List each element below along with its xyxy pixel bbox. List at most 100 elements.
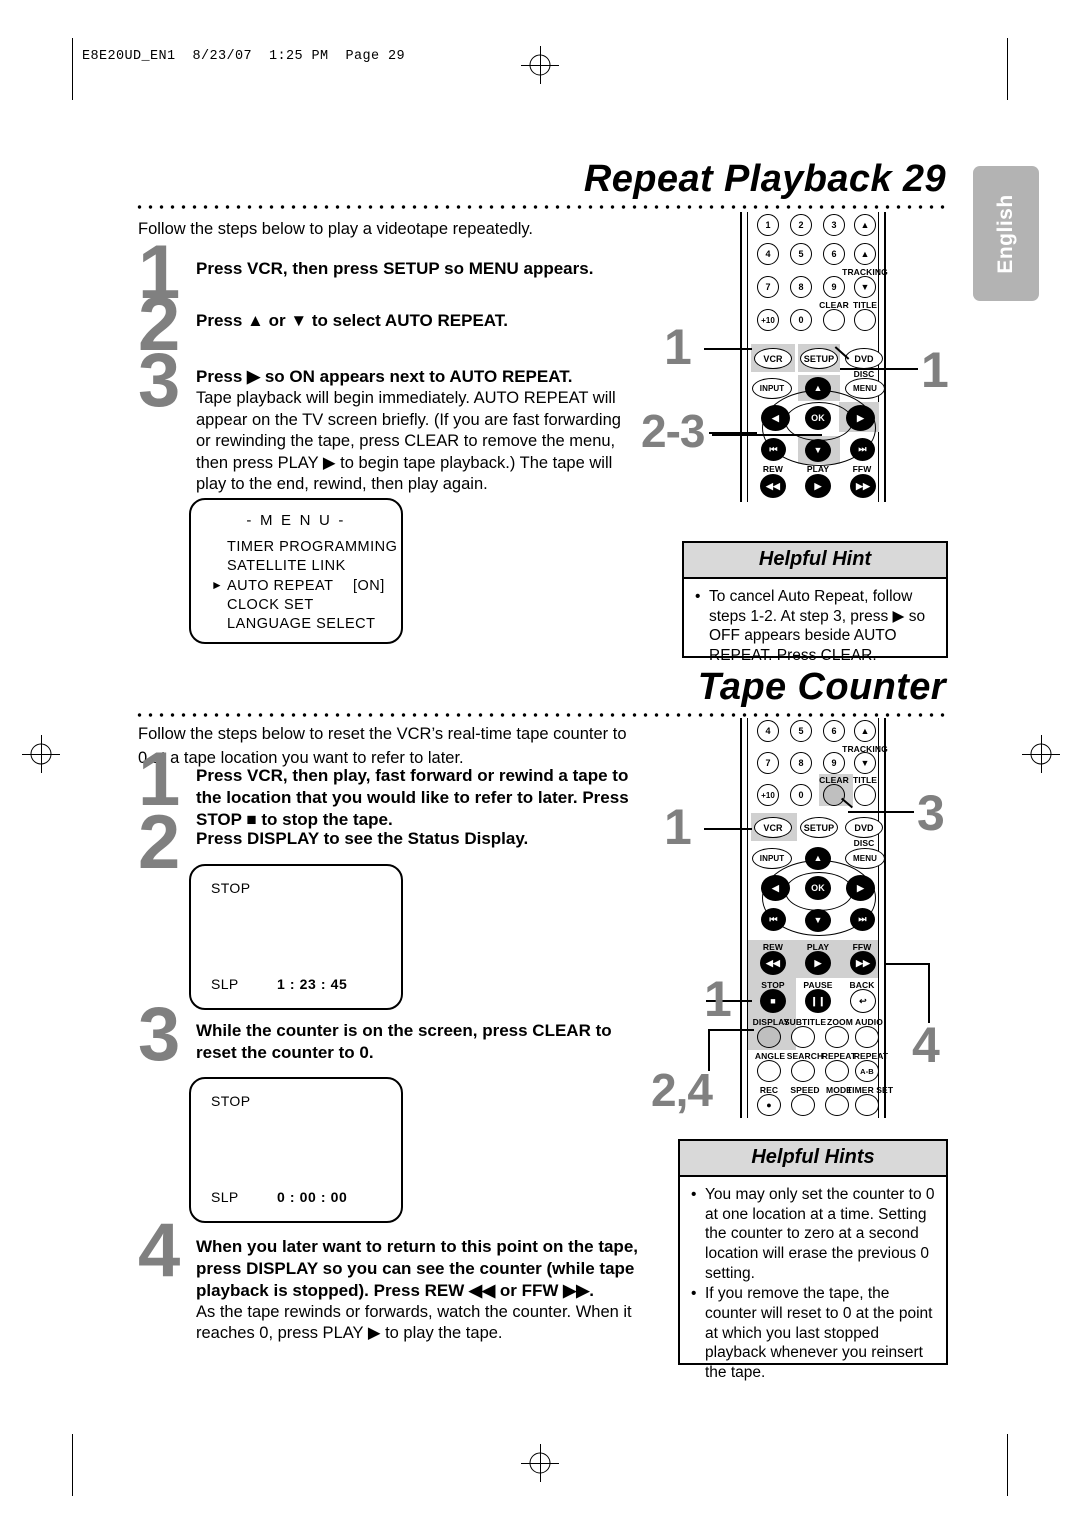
step-2-repeat: 2 Press ▲ or ▼ to select AUTO REPEAT. [138, 286, 638, 362]
skip-back-button[interactable]: ⏮ [761, 438, 786, 461]
rew-button[interactable]: ◀◀ [760, 474, 786, 498]
button-7[interactable]: 7 [757, 276, 779, 298]
button-6[interactable]: 6 [823, 720, 845, 742]
clear-button[interactable] [823, 309, 845, 331]
callout-leader [704, 348, 752, 350]
step-body: As the tape rewinds or forwards, watch t… [196, 1302, 632, 1343]
mode-button[interactable] [825, 1094, 849, 1116]
play-button[interactable]: ▶ [805, 474, 831, 498]
remote-control-diagram-top: 1 2 3 ▲ 4 5 6 ▲ TRACKING 7 8 9 ▼ CLEAR T… [740, 212, 888, 502]
button-8[interactable]: 8 [790, 276, 812, 298]
status-mode: STOP [211, 880, 251, 896]
button-0[interactable]: 0 [790, 784, 812, 806]
cursor-right-button[interactable]: ▶ [846, 405, 875, 431]
cursor-left-button[interactable]: ◀ [761, 875, 790, 901]
button-3[interactable]: 3 [823, 214, 845, 236]
hint-item: If you remove the tape, the counter will… [689, 1284, 936, 1382]
back-button[interactable]: ↩ [850, 989, 876, 1013]
repeat-button[interactable] [825, 1060, 849, 1082]
button-1[interactable]: 1 [757, 214, 779, 236]
title-button[interactable] [854, 309, 876, 331]
zoom-button[interactable] [825, 1026, 849, 1048]
setup-button[interactable]: SETUP [800, 348, 838, 369]
button-4[interactable]: 4 [757, 243, 779, 265]
clear-button[interactable] [823, 784, 845, 806]
subtitle-button[interactable] [791, 1026, 815, 1048]
button-6[interactable]: 6 [823, 243, 845, 265]
ffw-button[interactable]: ▶▶ [850, 951, 876, 975]
eject-up-icon[interactable]: ▲ [854, 214, 876, 236]
vcr-button[interactable]: VCR [754, 348, 792, 369]
crop-mark-left-bottom [72, 1434, 73, 1496]
print-header: E8E20UD_EN1 8/23/07 1:25 PM Page 29 [82, 49, 406, 64]
button-plus10[interactable]: +10 [757, 784, 779, 806]
dvd-button[interactable]: DVD [845, 817, 883, 838]
ffw-button[interactable]: ▶▶ [850, 474, 876, 498]
step-1-repeat: 1 Press VCR, then press SETUP so MENU ap… [138, 234, 638, 310]
cursor-down-button[interactable]: ▼ [805, 909, 831, 932]
button-4[interactable]: 4 [757, 720, 779, 742]
menu-item-label: CLOCK SET [227, 596, 314, 613]
ok-button[interactable]: OK [805, 406, 831, 430]
button-8[interactable]: 8 [790, 752, 812, 774]
button-2[interactable]: 2 [790, 214, 812, 236]
play-button[interactable]: ▶ [805, 951, 831, 975]
audio-button[interactable] [855, 1026, 879, 1048]
callout-2-3-cursor-pad: 2-3 [641, 405, 705, 457]
ffw-label: FFW [852, 464, 872, 474]
button-plus10[interactable]: +10 [757, 309, 779, 331]
dvd-button[interactable]: DVD [845, 348, 883, 369]
button-7[interactable]: 7 [757, 752, 779, 774]
callout-2-4-display: 2,4 [651, 1064, 713, 1116]
rew-button[interactable]: ◀◀ [760, 951, 786, 975]
menu-screen: - M E N U - TIMER PROGRAMMING SATELLITE … [189, 498, 403, 644]
display-button[interactable] [757, 1026, 781, 1048]
ok-button[interactable]: OK [805, 876, 831, 900]
vcr-button[interactable]: VCR [754, 817, 792, 838]
registration-mark-bottom [521, 1444, 559, 1482]
search-button[interactable] [791, 1060, 815, 1082]
stop-button[interactable]: ■ [760, 989, 786, 1013]
button-9[interactable]: 9 [823, 276, 845, 298]
step-text: Press ▲ or ▼ to select AUTO REPEAT. [196, 311, 509, 330]
status-display-1: STOP SLP 1 : 23 : 45 [189, 864, 403, 1010]
button-5[interactable]: 5 [790, 243, 812, 265]
hint-item: You may only set the counter to 0 at one… [689, 1185, 936, 1283]
menu-screen-title: - M E N U - [246, 512, 346, 529]
button-9[interactable]: 9 [823, 752, 845, 774]
tracking-up-button[interactable]: ▲ [854, 243, 876, 265]
status-speed: SLP [211, 976, 239, 992]
tracking-down-button[interactable]: ▼ [854, 276, 876, 298]
step-text: Press VCR, then press SETUP so MENU appe… [196, 259, 594, 278]
skip-forward-button[interactable]: ⏭ [850, 908, 875, 931]
timer-set-button[interactable] [855, 1094, 879, 1116]
step-number: 4 [138, 1208, 181, 1293]
step-2-counter: 2 Press DISPLAY to see the Status Displa… [138, 804, 640, 880]
repeat-ab-button[interactable]: A-B [855, 1060, 879, 1082]
callout-1-vcr-lower: 1 [664, 799, 692, 855]
status-mode: STOP [211, 1093, 251, 1109]
tracking-up-button[interactable]: ▲ [854, 720, 876, 742]
pause-button[interactable]: ❙❙ [805, 989, 831, 1013]
cursor-down-button[interactable]: ▼ [805, 439, 831, 462]
tracking-down-button[interactable]: ▼ [854, 752, 876, 774]
button-0[interactable]: 0 [790, 309, 812, 331]
skip-back-button[interactable]: ⏮ [761, 908, 786, 931]
title-button[interactable] [854, 784, 876, 806]
step-1-counter: 1 Press VCR, then play, fast forward or … [138, 741, 640, 831]
cursor-right-button[interactable]: ▶ [846, 875, 875, 901]
button-5[interactable]: 5 [790, 720, 812, 742]
step-text: While the counter is on the screen, pres… [196, 1021, 612, 1062]
menu-item: CLOCK SET [227, 596, 397, 615]
callout-leader [704, 828, 752, 830]
step-3-counter: 3 While the counter is on the screen, pr… [138, 996, 640, 1072]
cursor-up-button[interactable]: ▲ [805, 377, 831, 400]
setup-button[interactable]: SETUP [800, 817, 838, 838]
cursor-up-button[interactable]: ▲ [805, 847, 831, 870]
angle-button[interactable] [757, 1060, 781, 1082]
speed-button[interactable] [791, 1094, 815, 1116]
callout-1-setup: 1 [921, 342, 949, 398]
cursor-left-button[interactable]: ◀ [761, 405, 790, 431]
skip-forward-button[interactable]: ⏭ [850, 438, 875, 461]
rec-button[interactable]: ● [757, 1094, 781, 1116]
